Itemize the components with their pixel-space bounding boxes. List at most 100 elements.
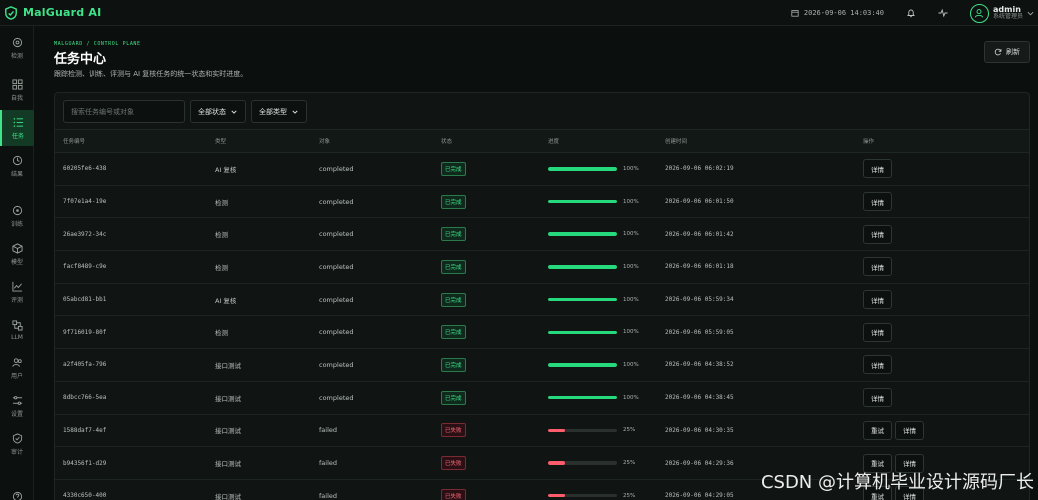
task-type: 接口测试 [215, 492, 241, 500]
sidebar-item-audit[interactable]: 审计 [0, 426, 34, 462]
progress-cell: 100% [540, 251, 657, 284]
history-icon [12, 155, 22, 165]
brand[interactable]: MalGuard AI [0, 5, 101, 20]
progress-bar [548, 493, 617, 498]
calendar-icon [791, 10, 799, 17]
details-button[interactable]: 详情 [863, 257, 892, 277]
status-badge: 已失败 [441, 423, 466, 438]
task-id: 60205fe6-438 [63, 165, 107, 173]
progress-bar [548, 363, 617, 367]
user-info[interactable]: admin 系统管理员 [993, 5, 1023, 21]
column-header[interactable]: 任务编号 [55, 129, 207, 153]
sidebar-item-eval[interactable]: 评测 [0, 274, 34, 310]
sidebar-item-self[interactable]: 自我 [0, 72, 34, 108]
row-actions: 重试 详情 [855, 414, 1029, 447]
search-input[interactable] [63, 100, 185, 123]
table-row[interactable]: 8dbcc766-5ea 接口测试 completed 已完成 100% 2026-09-… [55, 381, 1029, 414]
table-row[interactable]: 7f07e1a4-19e 检测 completed 已完成 100% 2026-09-06… [55, 185, 1029, 218]
table-row[interactable]: 60205fe6-438 AI 复核 completed 已完成 100% 2026-09… [55, 153, 1029, 186]
sidebar-item-help[interactable] [0, 478, 34, 500]
progress-bar [548, 232, 617, 236]
status-badge: 已完成 [441, 161, 466, 176]
progress-cell: 100% [540, 381, 657, 414]
status-cell: 已完成 [433, 349, 540, 382]
table-row[interactable]: 9f716019-80f 检测 completed 已完成 100% 2026-09-06… [55, 316, 1029, 349]
details-button[interactable]: 详情 [895, 420, 924, 440]
progress-cell: 25% [540, 447, 657, 480]
status-cell: 已完成 [433, 283, 540, 316]
details-button[interactable]: 详情 [863, 224, 892, 244]
column-header[interactable]: 进度 [540, 129, 657, 153]
details-button[interactable]: 详情 [863, 388, 892, 408]
breadcrumb: MALGUARD / CONTROL PLANE [54, 41, 141, 47]
status-select-label: 全部状态 [198, 107, 226, 116]
sidebar-item-train[interactable]: 训练 [0, 198, 34, 234]
progress-percent: 100% [623, 198, 639, 205]
status-badge: 已完成 [441, 390, 466, 405]
sidebar-item-models[interactable]: 模型 [0, 236, 34, 272]
progress-bar [548, 395, 617, 400]
sidebar-item-llm[interactable]: LLM [0, 312, 34, 348]
progress-bar [548, 330, 617, 335]
progress-percent: 100% [623, 329, 639, 336]
created-time: 2026-09-06 06:01:42 [665, 230, 734, 238]
task-target: completed [319, 360, 354, 369]
table-body: 60205fe6-438 AI 复核 completed 已完成 100% 2026-09… [55, 153, 1029, 500]
task-id: 4330c650-400 [63, 492, 107, 500]
progress-percent: 100% [623, 394, 639, 401]
progress-fill [548, 461, 566, 465]
sidebar-item-users[interactable]: 用户 [0, 350, 34, 386]
sidebar-item-settings[interactable]: 设置 [0, 388, 34, 424]
details-button[interactable]: 详情 [863, 290, 892, 310]
task-target: failed [319, 459, 338, 468]
progress-cell: 25% [540, 479, 657, 500]
progress-fill [548, 167, 617, 171]
table-row[interactable]: facf8489-c9e 检测 completed 已完成 100% 2026-09-06… [55, 251, 1029, 284]
task-type: 接口测试 [215, 427, 241, 436]
avatar[interactable] [969, 3, 989, 23]
bell-icon[interactable] [906, 8, 916, 18]
details-button[interactable]: 详情 [863, 355, 892, 375]
row-actions: 详情 [855, 153, 1029, 186]
progress-fill [548, 428, 566, 433]
sidebar-item-tasks[interactable]: 任务 [0, 110, 34, 146]
sidebar-item-label: 检测 [10, 52, 23, 60]
task-target: completed [319, 164, 354, 173]
progress-fill [548, 297, 617, 302]
details-button[interactable]: 详情 [863, 322, 892, 342]
retry-button[interactable]: 重试 [863, 420, 892, 440]
status-cell: 已完成 [433, 316, 540, 349]
sidebar-item-results[interactable]: 结果 [0, 148, 34, 184]
users-icon [11, 357, 22, 367]
help-icon [12, 491, 22, 500]
table-row[interactable]: 26ae3972-34c 检测 completed 已完成 100% 2026-09-06… [55, 218, 1029, 251]
table-row[interactable]: a2f405fa-796 接口测试 completed 已完成 100% 2026-09-… [55, 349, 1029, 382]
table-row[interactable]: 1588daf7-4ef 接口测试 failed 已失败 25% 2026-09-06 0… [55, 414, 1029, 447]
chevron-down-icon[interactable] [1027, 10, 1034, 17]
column-header[interactable]: 状态 [433, 129, 540, 153]
status-badge: 已完成 [441, 227, 466, 242]
task-target: completed [319, 197, 354, 206]
refresh-button[interactable]: 刷新 [984, 41, 1030, 63]
progress-fill [548, 232, 617, 236]
task-target: completed [319, 295, 354, 304]
task-id: 7f07e1a4-19e [63, 198, 107, 206]
type-select[interactable]: 全部类型 [251, 100, 307, 123]
progress-bar [548, 265, 617, 269]
table-row[interactable]: 05abcd81-bb1 AI 复核 completed 已完成 100% 2026-09… [55, 283, 1029, 316]
progress: 100% [548, 395, 657, 401]
progress: 100% [548, 362, 657, 368]
status-select[interactable]: 全部状态 [190, 100, 246, 123]
task-id: 05abcd81-bb1 [63, 296, 107, 304]
column-header[interactable]: 创建时间 [657, 129, 855, 153]
table-header: 任务编号 类型 对象 状态 进度 创建时间 操作 [55, 129, 1029, 153]
column-header[interactable]: 类型 [207, 129, 311, 153]
activity-icon[interactable] [938, 8, 948, 18]
row-actions: 详情 [855, 218, 1029, 251]
column-header[interactable]: 对象 [311, 129, 433, 153]
details-button[interactable]: 详情 [863, 192, 892, 212]
task-id: facf8489-c9e [63, 263, 107, 271]
sidebar-item-detect[interactable]: 检测 [0, 30, 34, 66]
progress-cell: 100% [540, 153, 657, 186]
details-button[interactable]: 详情 [863, 159, 892, 179]
